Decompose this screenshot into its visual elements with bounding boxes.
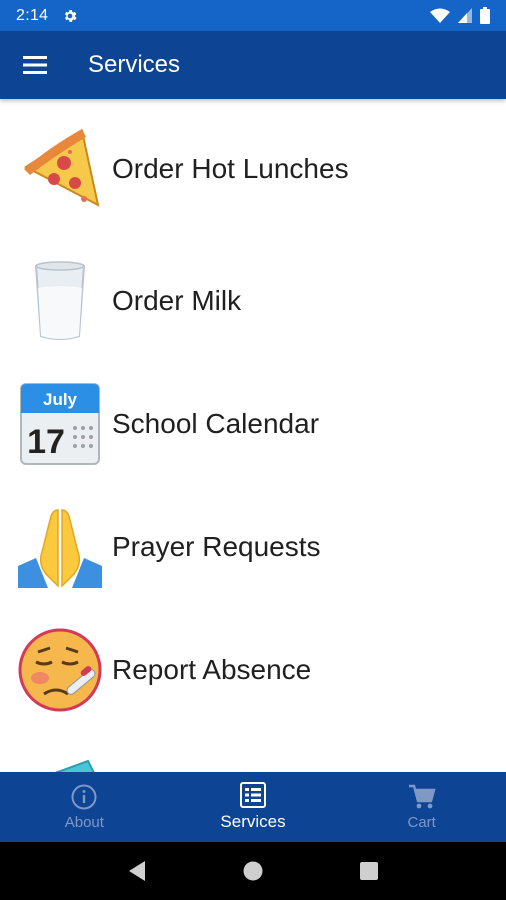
bottom-navigation: About Services Cart — [0, 772, 506, 842]
service-label: Report Absence — [112, 653, 312, 685]
nav-services[interactable]: Services — [169, 772, 338, 842]
pizza-icon — [18, 127, 102, 211]
info-icon — [71, 784, 97, 809]
nav-cart-label: Cart — [407, 813, 436, 831]
settings-gear-icon — [65, 9, 77, 22]
calendar-icon: July 17 — [18, 382, 102, 466]
service-item-report-absence[interactable]: Report Absence — [0, 608, 506, 731]
app-bar: Services — [0, 31, 506, 99]
service-item-prayer-requests[interactable]: Prayer Requests — [0, 485, 506, 608]
sick-face-icon — [18, 628, 102, 712]
milk-glass-icon — [18, 259, 102, 343]
menu-button[interactable] — [0, 31, 70, 99]
status-bar: 2:14 — [0, 0, 506, 31]
nav-about-label: About — [64, 813, 104, 831]
status-time: 2:14 — [16, 6, 49, 24]
nav-services-label: Services — [220, 812, 286, 831]
cell-signal-icon — [458, 8, 472, 23]
service-item-order-hot-lunches[interactable]: Order Hot Lunches — [0, 99, 506, 239]
service-item-partial[interactable] — [0, 731, 506, 772]
service-item-order-milk[interactable]: Order Milk — [0, 239, 506, 362]
cart-icon — [408, 784, 436, 808]
service-label: Prayer Requests — [112, 530, 321, 562]
calendar-month: July — [43, 390, 78, 409]
wifi-icon — [430, 8, 450, 23]
service-item-school-calendar[interactable]: July 17 School Calendar — [0, 362, 506, 485]
services-list: Order Hot Lunches Order Milk July 17 Sch… — [0, 99, 506, 772]
back-icon[interactable] — [127, 860, 147, 882]
service-label: Order Milk — [112, 284, 242, 316]
service-label: Order Hot Lunches — [112, 153, 349, 184]
service-label: School Calendar — [112, 407, 320, 439]
calendar-day: 17 — [27, 423, 65, 461]
list-icon — [240, 782, 266, 808]
recents-icon[interactable] — [359, 861, 379, 881]
hamburger-menu-icon — [23, 56, 47, 74]
home-icon[interactable] — [242, 860, 264, 882]
system-navigation-bar — [0, 842, 506, 900]
battery-icon — [480, 7, 490, 24]
nav-about[interactable]: About — [0, 772, 169, 842]
ticket-icon — [18, 751, 102, 772]
nav-cart[interactable]: Cart — [337, 772, 506, 842]
praying-hands-icon — [18, 505, 102, 589]
page-title: Services — [88, 51, 181, 78]
